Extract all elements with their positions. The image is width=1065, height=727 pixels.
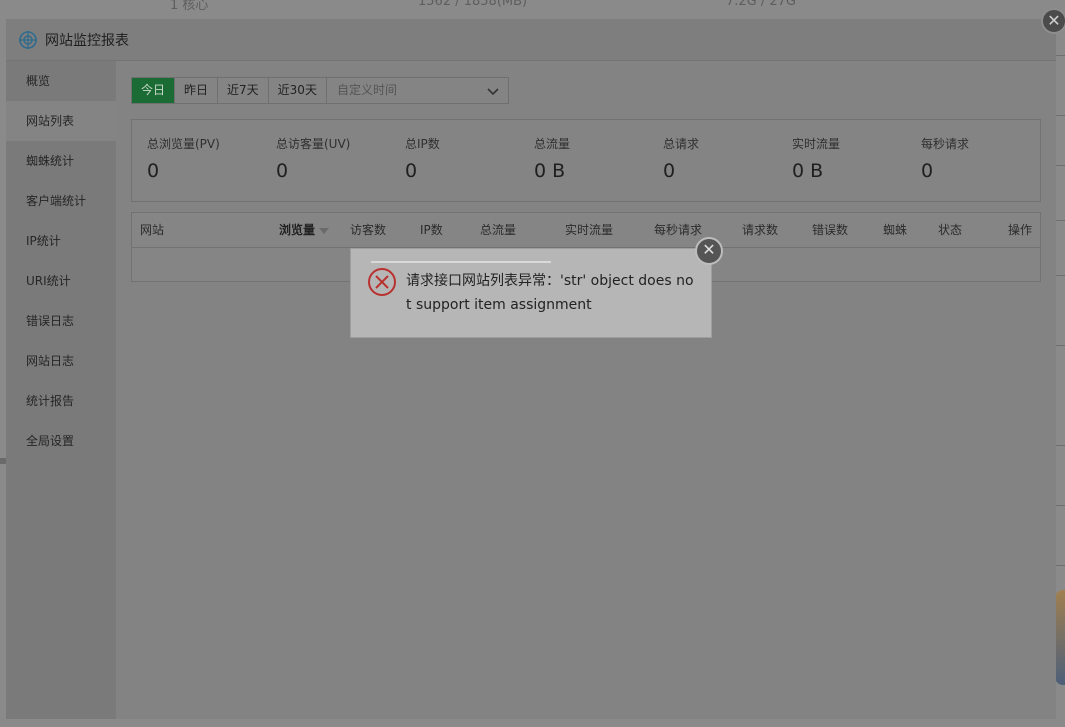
stat-ip: 总IP数 0 xyxy=(405,135,525,182)
stat-value: 0 xyxy=(663,160,676,182)
column-header-site: 网站 xyxy=(140,223,165,237)
tab-last-30-days[interactable]: 近30天 xyxy=(269,78,327,103)
column-header-realtime-traffic: 实时流量 xyxy=(565,223,614,237)
sidebar-item-site-log[interactable]: 网站日志 xyxy=(6,341,116,381)
monitor-logo-icon xyxy=(18,30,38,50)
column-header-rps: 每秒请求 xyxy=(654,223,703,237)
sidebar-item-global-settings[interactable]: 全局设置 xyxy=(6,421,116,461)
dialog-close-button[interactable]: ✕ xyxy=(1041,8,1065,34)
stat-value: 0 B xyxy=(534,160,566,182)
stat-value: 0 xyxy=(276,160,289,182)
stat-value: 0 xyxy=(921,160,934,182)
tab-yesterday[interactable]: 昨日 xyxy=(175,78,219,103)
stat-total-traffic: 总流量 0 B xyxy=(534,135,654,182)
dialog-title: 网站监控报表 xyxy=(45,32,129,49)
sidebar-item-spider-stats[interactable]: 蜘蛛统计 xyxy=(6,141,116,181)
stat-requests-per-second: 每秒请求 0 xyxy=(921,135,1041,182)
background-cell: 1 核心 xyxy=(170,0,209,13)
sidebar-item-overview[interactable]: 概览 xyxy=(6,61,116,101)
main-content: 今日 昨日 近7天 近30天 自定义时间 总浏览量(PV) 0 总访客量(UV)… xyxy=(116,61,1056,719)
stat-label: 总请求 xyxy=(663,137,700,151)
sort-desc-icon xyxy=(319,227,330,234)
column-header-spider: 蜘蛛 xyxy=(883,223,908,237)
column-header-label: 浏览量 xyxy=(279,223,316,237)
chevron-down-icon xyxy=(486,83,500,97)
background-chart-fragment xyxy=(1055,590,1065,685)
column-header-errors: 错误数 xyxy=(812,223,849,237)
stat-uv: 总访客量(UV) 0 xyxy=(276,135,396,182)
column-header-status: 状态 xyxy=(938,223,963,237)
sidebar: 概览 网站列表 蜘蛛统计 客户端统计 IP统计 URI统计 错误日志 网站日志 … xyxy=(6,61,116,719)
error-message-dialog: 请求接口网站列表异常：'str' object does not support… xyxy=(350,237,723,338)
background-row: 1 核心 1562 / 1858(MB) 7.2G / 27G xyxy=(0,0,1065,13)
stat-label: 总访客量(UV) xyxy=(276,137,351,151)
background-cell: 7.2G / 27G xyxy=(726,0,797,9)
sidebar-item-site-list[interactable]: 网站列表 xyxy=(6,101,116,141)
sidebar-item-stats-report[interactable]: 统计报告 xyxy=(6,381,116,421)
date-range-tabs: 今日 昨日 近7天 近30天 自定义时间 xyxy=(131,77,509,104)
message-close-button[interactable]: ✕ xyxy=(695,237,723,265)
column-header-requests: 请求数 xyxy=(742,223,779,237)
error-message-text: 请求接口网站列表异常：'str' object does not support… xyxy=(406,273,694,313)
tab-today[interactable]: 今日 xyxy=(132,78,176,103)
stat-realtime-traffic: 实时流量 0 B xyxy=(792,135,912,182)
monitor-report-dialog: 网站监控报表 概览 网站列表 蜘蛛统计 客户端统计 IP统计 URI统计 错误日… xyxy=(6,19,1056,719)
sidebar-item-client-stats[interactable]: 客户端统计 xyxy=(6,181,116,221)
custom-time-placeholder: 自定义时间 xyxy=(336,83,397,97)
custom-time-select[interactable]: 自定义时间 xyxy=(327,78,508,103)
background-cell: 1562 / 1858(MB) xyxy=(418,0,528,9)
column-header-visitors: 访客数 xyxy=(350,223,387,237)
sidebar-item-error-log[interactable]: 错误日志 xyxy=(6,301,116,341)
stat-pv: 总浏览量(PV) 0 xyxy=(147,135,267,182)
column-header-total-traffic: 总流量 xyxy=(480,223,517,237)
dialog-title-bar: 网站监控报表 xyxy=(6,19,1056,61)
stat-label: 总IP数 xyxy=(405,137,440,151)
stats-summary-panel: 总浏览量(PV) 0 总访客量(UV) 0 总IP数 0 总流量 0 B 总请求… xyxy=(131,119,1041,202)
table-header: 网站 浏览量 访客数 IP数 总流量 实时流量 每秒请求 请求数 错误数 蜘蛛 … xyxy=(132,213,1040,248)
message-progress-bar xyxy=(371,261,551,263)
column-header-ip: IP数 xyxy=(420,223,443,237)
stat-label: 总浏览量(PV) xyxy=(147,137,220,151)
stat-label: 实时流量 xyxy=(792,137,841,151)
sidebar-item-uri-stats[interactable]: URI统计 xyxy=(6,261,116,301)
stat-total-requests: 总请求 0 xyxy=(663,135,783,182)
stat-value: 0 xyxy=(405,160,418,182)
stat-label: 每秒请求 xyxy=(921,137,970,151)
stat-value: 0 xyxy=(147,160,160,182)
stat-value: 0 B xyxy=(792,160,824,182)
stat-label: 总流量 xyxy=(534,137,571,151)
error-icon xyxy=(367,267,397,297)
column-header-actions: 操作 xyxy=(1008,223,1033,237)
sidebar-item-ip-stats[interactable]: IP统计 xyxy=(6,221,116,261)
tab-last-7-days[interactable]: 近7天 xyxy=(218,78,269,103)
column-header-pageviews[interactable]: 浏览量 xyxy=(279,213,330,247)
